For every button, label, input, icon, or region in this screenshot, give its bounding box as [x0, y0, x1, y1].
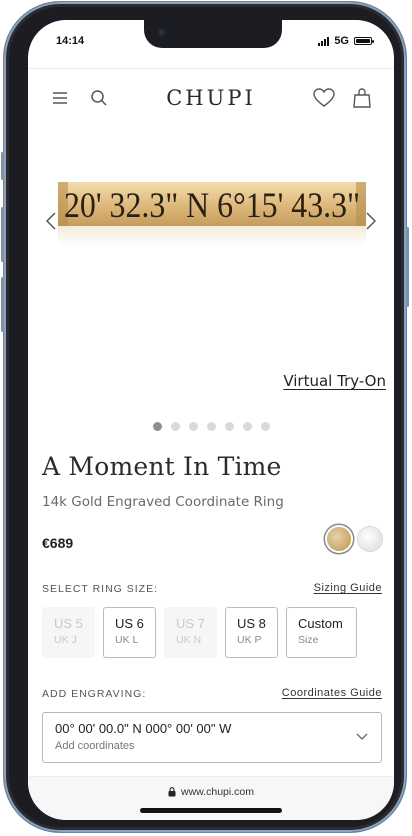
ring-engraving-text: 20' 32.3" N 6°15' 43.3"	[64, 185, 360, 225]
size-option-us8[interactable]: US 8 UK P	[225, 607, 278, 658]
heart-icon[interactable]	[312, 86, 336, 110]
network-type: 5G	[334, 35, 349, 47]
header-divider	[28, 68, 394, 69]
shopping-bag-icon[interactable]	[350, 86, 374, 110]
swatch-gold[interactable]	[327, 527, 351, 551]
status-indicators: 5G	[318, 35, 374, 47]
size-option-custom[interactable]: Custom Size	[286, 607, 357, 658]
engraving-placeholder: Add coordinates	[55, 740, 135, 752]
size-option-us7[interactable]: US 7 UK N	[164, 607, 217, 658]
carousel-next-arrow-icon[interactable]	[362, 208, 380, 234]
size-us-label: US 5	[54, 616, 83, 631]
size-custom-label: Custom	[298, 616, 343, 631]
lock-icon	[168, 787, 176, 797]
home-indicator[interactable]	[140, 808, 282, 813]
product-subtitle: 14k Gold Engraved Coordinate Ring	[42, 494, 284, 510]
engraving-coordinates-field[interactable]: 00° 00' 00.0" N 000° 00' 00" W Add coord…	[42, 712, 382, 763]
carousel-dot[interactable]	[242, 422, 252, 431]
size-uk-label: UK N	[176, 634, 202, 646]
size-us-label: US 8	[237, 616, 266, 631]
carousel-dot[interactable]	[224, 422, 234, 431]
carousel-pagination	[28, 422, 394, 431]
engraving-value: 00° 00' 00.0" N 000° 00' 00" W	[55, 721, 232, 736]
size-uk-label: UK L	[115, 634, 139, 646]
phone-frame: 14:14 5G CHUPI 20' 32.3" N 6°15' 43.3" V…	[1, 2, 409, 832]
size-uk-label: UK P	[237, 634, 262, 646]
browser-address-bar[interactable]: www.chupi.com	[28, 776, 394, 820]
size-us-label: US 7	[176, 616, 205, 631]
carousel-dot[interactable]	[152, 422, 162, 431]
volume-down-button	[1, 277, 4, 332]
browser-url: www.chupi.com	[181, 786, 254, 798]
ring-size-label: SELECT RING SIZE:	[42, 583, 158, 595]
product-price: €689	[42, 535, 74, 551]
chevron-down-icon	[356, 733, 368, 740]
carousel-dot[interactable]	[188, 422, 198, 431]
volume-up-button	[1, 207, 4, 262]
battery-icon	[354, 37, 374, 45]
size-custom-sub-label: Size	[298, 634, 319, 646]
notch	[144, 20, 282, 48]
front-camera-icon	[157, 28, 166, 37]
ring-reflection	[58, 226, 366, 246]
product-image-carousel[interactable]: 20' 32.3" N 6°15' 43.3" Virtual Try-On	[28, 120, 394, 420]
size-us-label: US 6	[115, 616, 144, 631]
size-option-us5[interactable]: US 5 UK J	[42, 607, 95, 658]
status-time: 14:14	[56, 35, 85, 47]
ring-size-options: US 5 UK J US 6 UK L US 7 UK N US 8 UK P …	[42, 607, 357, 658]
swatch-white-gold[interactable]	[358, 527, 382, 551]
coordinates-guide-link[interactable]: Coordinates Guide	[282, 687, 382, 699]
product-title: A Moment In Time	[42, 452, 282, 481]
carousel-prev-arrow-icon[interactable]	[42, 208, 60, 234]
power-button	[406, 227, 409, 307]
virtual-try-on-link[interactable]: Virtual Try-On	[283, 372, 386, 390]
brand-logo[interactable]: CHUPI	[28, 86, 394, 110]
signal-strength-icon	[318, 36, 330, 46]
metal-swatches	[327, 527, 382, 551]
carousel-dot[interactable]	[206, 422, 216, 431]
site-header: CHUPI	[28, 80, 394, 116]
size-uk-label: UK J	[54, 634, 77, 646]
size-option-us6[interactable]: US 6 UK L	[103, 607, 156, 658]
carousel-dot[interactable]	[260, 422, 270, 431]
ring-product-image: 20' 32.3" N 6°15' 43.3"	[58, 182, 366, 226]
phone-screen: 14:14 5G CHUPI 20' 32.3" N 6°15' 43.3" V…	[28, 20, 394, 820]
carousel-dot[interactable]	[170, 422, 180, 431]
mute-switch	[1, 152, 4, 180]
engraving-label: ADD ENGRAVING:	[42, 688, 147, 700]
sizing-guide-link[interactable]: Sizing Guide	[314, 582, 382, 594]
